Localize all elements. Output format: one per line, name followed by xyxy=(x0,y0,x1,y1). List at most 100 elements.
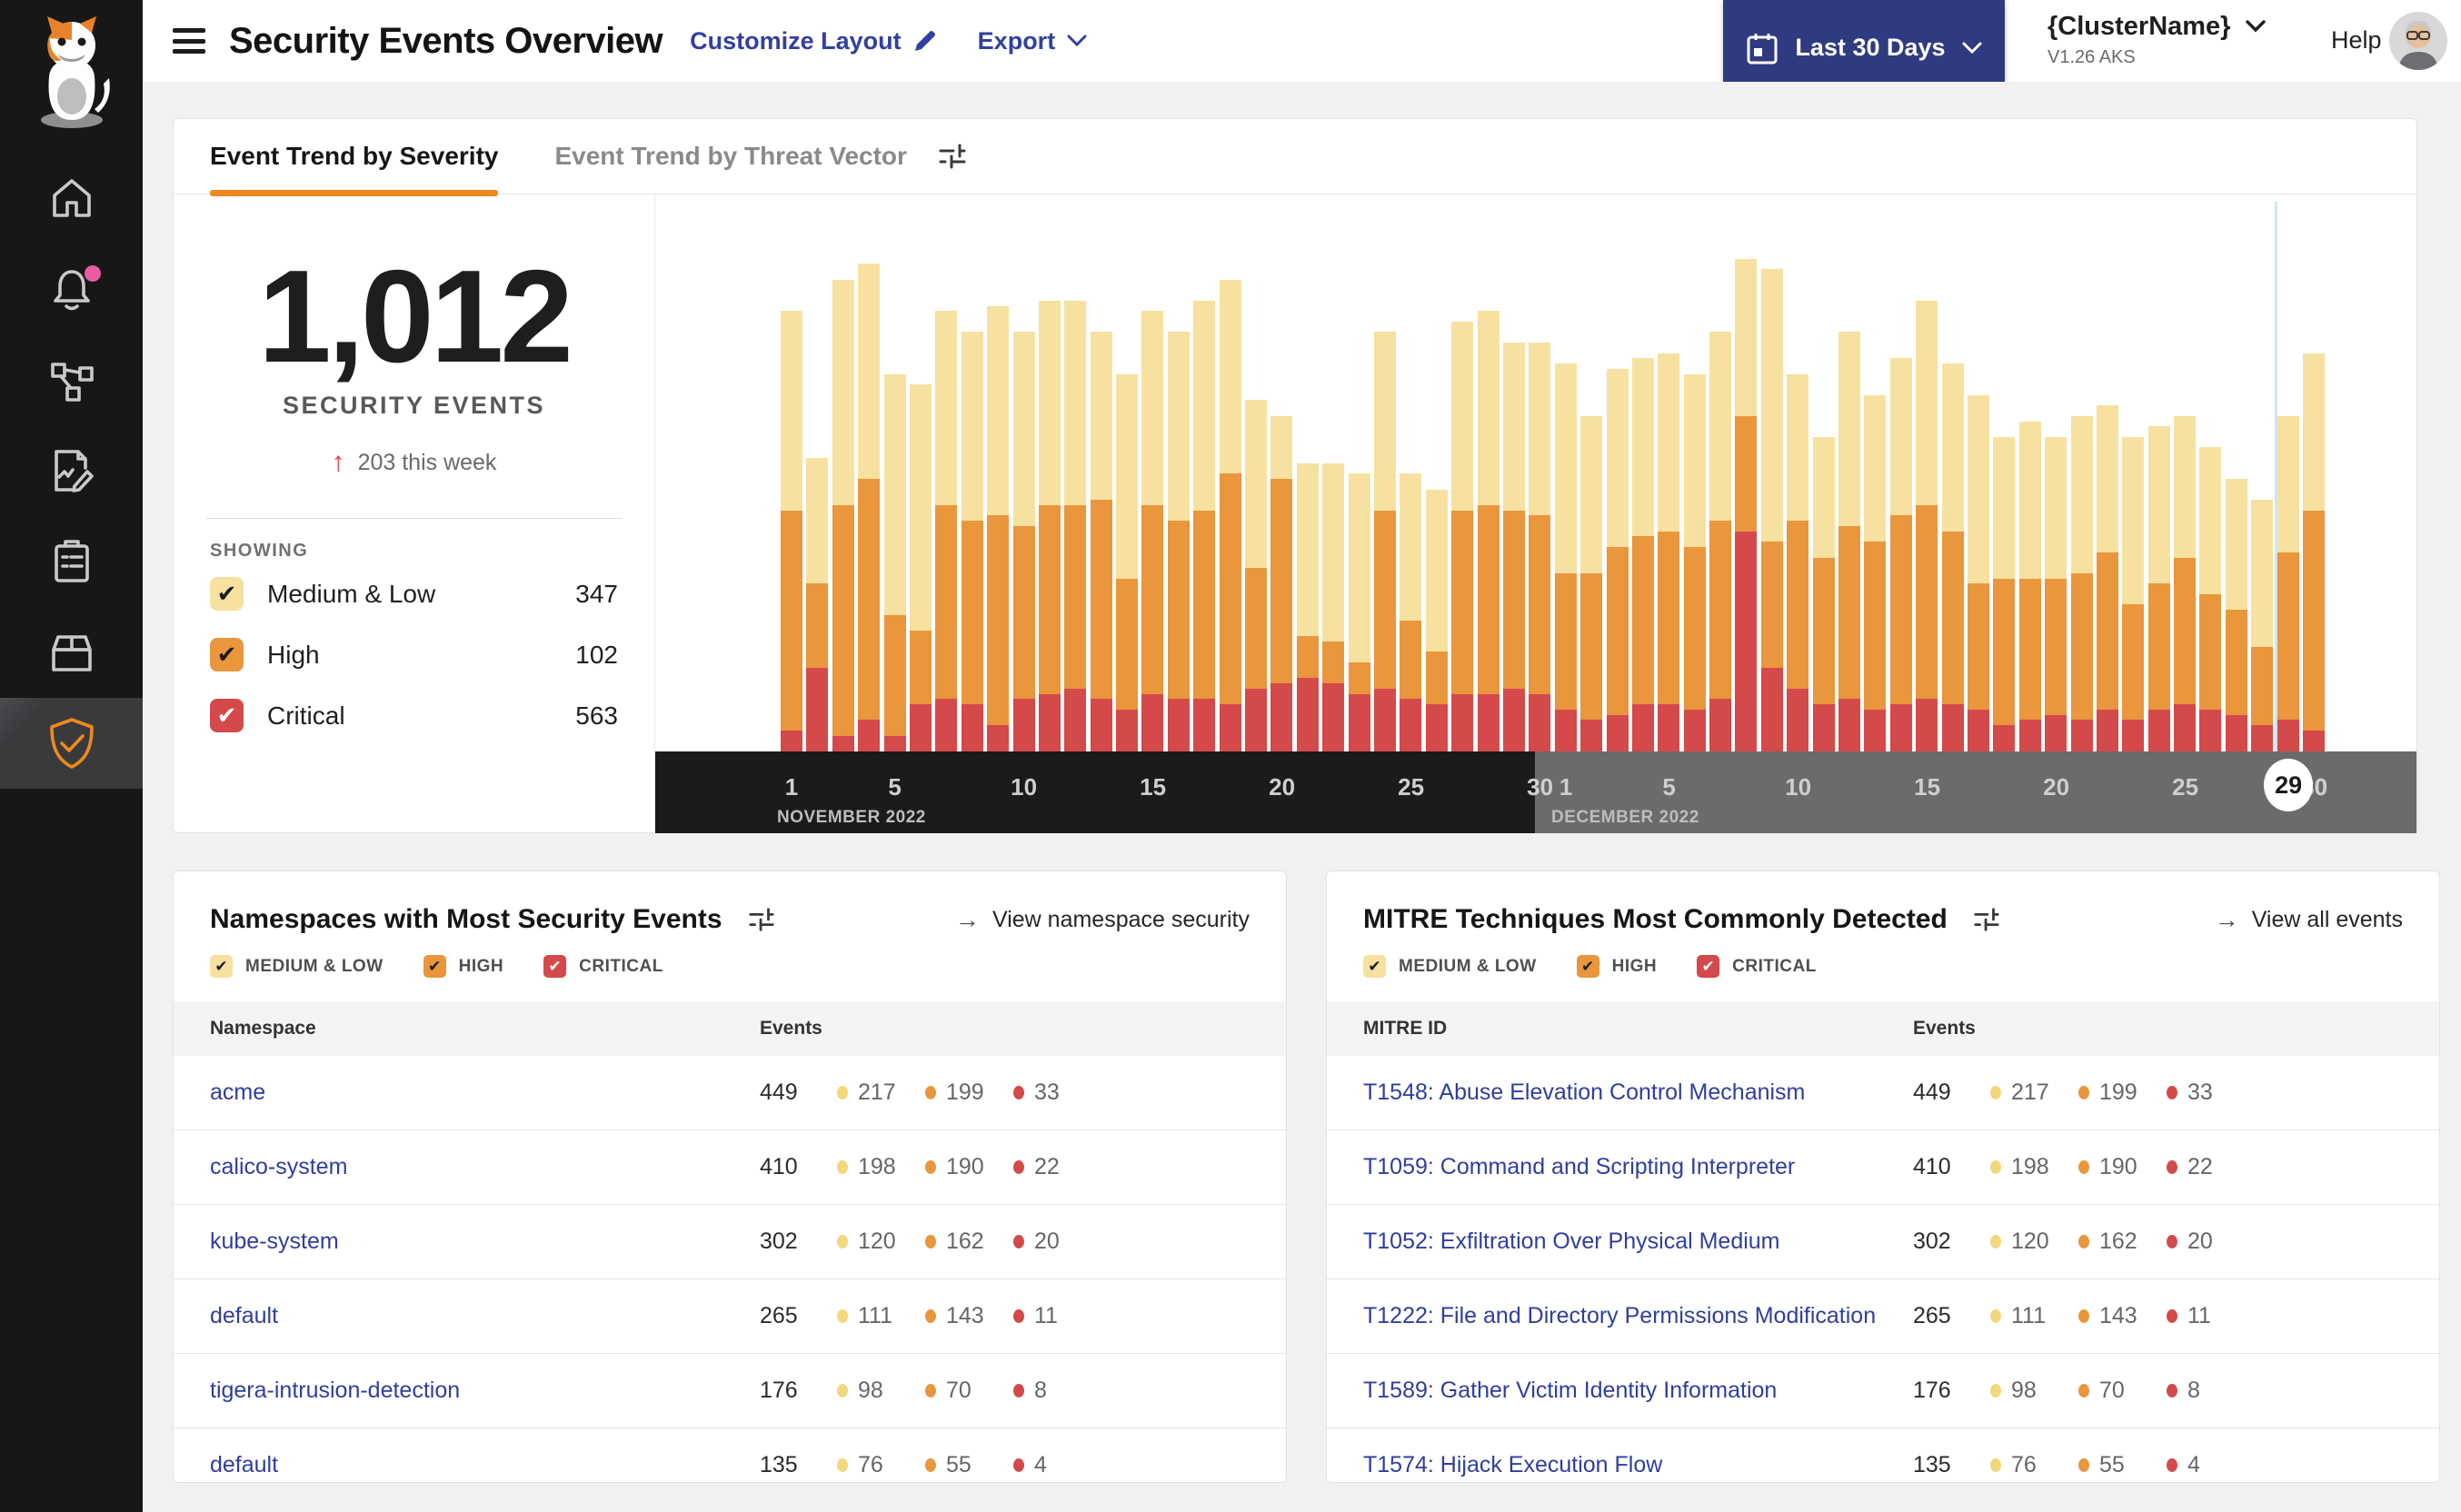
day-bar[interactable] xyxy=(1373,332,1396,751)
sidebar-item-security-events[interactable] xyxy=(0,698,143,789)
day-bar[interactable] xyxy=(832,279,854,751)
severity-filter-chip[interactable]: ✔ MEDIUM & LOW xyxy=(1363,955,1537,978)
day-bar[interactable] xyxy=(2096,405,2118,751)
day-bar[interactable] xyxy=(1735,258,1758,751)
day-bar[interactable] xyxy=(1658,353,1680,751)
day-bar[interactable] xyxy=(1889,358,1912,751)
day-bar[interactable] xyxy=(1451,321,1474,751)
day-bar[interactable] xyxy=(1012,332,1035,751)
day-bar[interactable] xyxy=(1245,400,1268,751)
table-settings-icon[interactable] xyxy=(1973,906,2000,933)
selected-day-marker[interactable]: 29 xyxy=(2264,759,2314,811)
day-bar[interactable] xyxy=(935,311,958,751)
cluster-selector[interactable]: {ClusterName} V1.26 AKS xyxy=(2048,12,2267,68)
day-bar[interactable] xyxy=(1090,332,1112,751)
day-bar[interactable] xyxy=(1787,373,1809,751)
day-bar[interactable] xyxy=(1812,436,1835,751)
day-bar[interactable] xyxy=(909,384,932,751)
calico-cat-logo[interactable] xyxy=(22,13,122,131)
severity-checkbox[interactable]: ✔ xyxy=(1697,955,1720,978)
namespace-link[interactable]: kube-system xyxy=(210,1228,760,1255)
day-bar[interactable] xyxy=(1270,415,1293,751)
severity-checkbox[interactable]: ✔ xyxy=(1576,955,1599,978)
sidebar-item-service-graph[interactable] xyxy=(0,334,143,425)
day-bar[interactable] xyxy=(1193,300,1216,751)
tab-event-trend-by-threat-vector[interactable]: Event Trend by Threat Vector xyxy=(554,119,906,194)
day-bar[interactable] xyxy=(2174,415,2197,751)
day-bar[interactable] xyxy=(781,311,802,751)
mitre-technique-link[interactable]: T1589: Gather Victim Identity Informatio… xyxy=(1363,1378,1913,1404)
day-bar[interactable] xyxy=(1864,394,1887,751)
day-bar[interactable] xyxy=(2251,500,2274,751)
namespace-link[interactable]: tigera-intrusion-detection xyxy=(210,1378,760,1404)
severity-filter-chip[interactable]: ✔ MEDIUM & LOW xyxy=(210,955,384,978)
mitre-technique-link[interactable]: T1052: Exfiltration Over Physical Medium xyxy=(1363,1228,1913,1255)
namespace-link[interactable]: calico-system xyxy=(210,1154,760,1180)
day-bar[interactable] xyxy=(987,305,1010,751)
day-bar[interactable] xyxy=(1038,300,1061,751)
severity-checkbox[interactable]: ✔ xyxy=(210,699,244,732)
sidebar-item-reports[interactable] xyxy=(0,425,143,516)
day-bar[interactable] xyxy=(2045,436,2067,751)
day-bar[interactable] xyxy=(883,373,906,751)
day-bar[interactable] xyxy=(1116,373,1139,751)
namespace-link[interactable]: default xyxy=(210,1452,760,1478)
day-bar[interactable] xyxy=(1631,358,1654,751)
export-button[interactable]: Export xyxy=(978,27,1089,55)
day-bar[interactable] xyxy=(2147,426,2170,751)
day-bar[interactable] xyxy=(1167,332,1190,751)
mitre-technique-link[interactable]: T1222: File and Directory Permissions Mo… xyxy=(1363,1303,1913,1329)
day-bar[interactable] xyxy=(1322,463,1345,751)
day-bar[interactable] xyxy=(961,332,983,751)
day-bar[interactable] xyxy=(2303,353,2326,751)
day-bar[interactable] xyxy=(1967,394,1989,751)
mitre-technique-link[interactable]: T1548: Abuse Elevation Control Mechanism xyxy=(1363,1079,1913,1106)
day-bar[interactable] xyxy=(1400,473,1422,751)
day-bar[interactable] xyxy=(1580,415,1603,751)
day-bar[interactable] xyxy=(2277,415,2299,751)
day-bar[interactable] xyxy=(1709,332,1732,751)
hamburger-menu-icon[interactable] xyxy=(173,28,205,54)
severity-checkbox[interactable]: ✔ xyxy=(1363,955,1386,978)
day-bar[interactable] xyxy=(1529,342,1551,751)
day-bar[interactable] xyxy=(2018,421,2041,751)
day-bar[interactable] xyxy=(1941,363,1964,751)
day-bar[interactable] xyxy=(806,457,829,751)
chart-settings-icon[interactable] xyxy=(938,142,967,171)
day-bar[interactable] xyxy=(1425,489,1448,751)
day-bar[interactable] xyxy=(1760,269,1783,751)
chart-x-axis[interactable]: 1 5 10 15 20 25 30 NOVEMBER 2022 1 5 10 15 20 25 30 30 2… xyxy=(655,751,2416,833)
severity-filter-chip[interactable]: ✔ CRITICAL xyxy=(1697,955,1817,978)
table-settings-icon[interactable] xyxy=(748,906,775,933)
day-bar[interactable] xyxy=(858,264,881,751)
severity-checkbox[interactable]: ✔ xyxy=(210,955,233,978)
day-bar[interactable] xyxy=(2122,436,2145,751)
sidebar-item-packages[interactable] xyxy=(0,607,143,698)
day-bar[interactable] xyxy=(1141,311,1164,751)
day-bar[interactable] xyxy=(1348,473,1370,751)
day-bar[interactable] xyxy=(2070,415,2093,751)
day-bar[interactable] xyxy=(1219,279,1241,751)
severity-checkbox[interactable]: ✔ xyxy=(210,638,244,671)
day-bar[interactable] xyxy=(1554,363,1577,751)
day-bar[interactable] xyxy=(2199,447,2222,751)
tab-event-trend-by-severity[interactable]: Event Trend by Severity xyxy=(210,119,499,196)
day-bar[interactable] xyxy=(1683,373,1706,751)
day-bar[interactable] xyxy=(1064,300,1087,751)
namespace-link[interactable]: default xyxy=(210,1303,760,1329)
severity-filter-chip[interactable]: ✔ HIGH xyxy=(423,955,504,978)
severity-filter-chip[interactable]: ✔ HIGH xyxy=(1576,955,1658,978)
day-bar[interactable] xyxy=(1502,342,1525,751)
day-bar[interactable] xyxy=(1916,300,1938,751)
day-bar[interactable] xyxy=(2225,478,2247,751)
help-link[interactable]: Help xyxy=(2331,26,2382,55)
severity-checkbox[interactable]: ✔ xyxy=(423,955,446,978)
sidebar-item-compliance[interactable] xyxy=(0,516,143,607)
user-avatar[interactable] xyxy=(2389,12,2447,70)
day-bar[interactable] xyxy=(1838,332,1861,751)
namespace-link[interactable]: acme xyxy=(210,1079,760,1106)
severity-filter-chip[interactable]: ✔ CRITICAL xyxy=(543,955,663,978)
mitre-technique-link[interactable]: T1059: Command and Scripting Interpreter xyxy=(1363,1154,1913,1180)
sidebar-item-home[interactable] xyxy=(0,153,143,244)
day-bar[interactable] xyxy=(1993,436,2016,751)
